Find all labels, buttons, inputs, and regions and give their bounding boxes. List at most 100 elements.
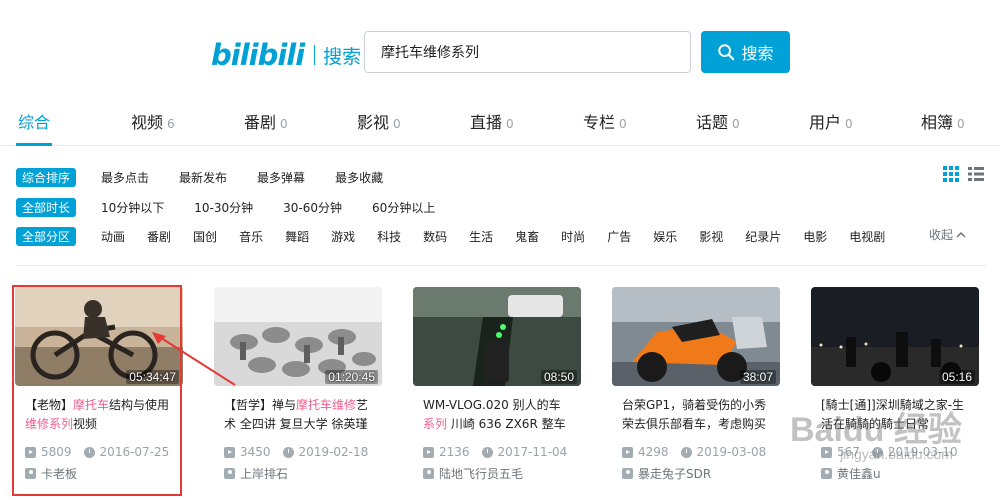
sort-option[interactable]: 最多收藏: [335, 169, 383, 186]
tab-video[interactable]: 视频 6: [131, 109, 175, 133]
uploader-link[interactable]: 上岸排石: [214, 465, 382, 482]
uploader-link[interactable]: 陆地飞行员五毛: [413, 465, 581, 482]
uploader-name: 黄佳鑫u: [837, 467, 881, 481]
tab-count: 0: [506, 117, 514, 131]
uploader-name: 暴走兔子SDR: [638, 467, 712, 481]
video-duration: 01:20:45: [325, 370, 378, 384]
duration-option[interactable]: 10分钟以下: [101, 199, 164, 216]
tab-label: 番剧: [244, 113, 277, 132]
tab-label: 影视: [357, 113, 390, 132]
tab-label: 视频: [131, 113, 164, 132]
tab-topic[interactable]: 话题 0: [696, 109, 740, 133]
tab-live[interactable]: 直播 0: [470, 109, 514, 133]
logo-subtitle: 搜索: [323, 45, 362, 68]
upload-date: 2016-07-25: [83, 445, 170, 459]
zone-option[interactable]: 广告: [607, 228, 631, 245]
bilibili-logo[interactable]: bilibili 搜索: [211, 38, 361, 72]
video-thumbnail[interactable]: 05:16: [811, 287, 979, 386]
tab-count: 6: [167, 117, 175, 131]
tab-user[interactable]: 用户 0: [809, 109, 853, 133]
tab-count: 0: [280, 117, 288, 131]
video-meta: 2136 2017-11-04: [413, 445, 581, 459]
zone-filter-selected[interactable]: 全部分区: [16, 226, 77, 246]
play-count: 3450: [224, 445, 271, 459]
video-title[interactable]: 台荣GP1，骑着受伤的小秀荣去俱乐部看车，考虑购买: [612, 396, 780, 434]
zone-option[interactable]: 动画: [101, 228, 125, 245]
duration-option[interactable]: 30-60分钟: [283, 199, 342, 216]
video-card[interactable]: 08:50 WM-VLOG.020 别人的车系列 川崎 636 ZX6R 整车维…: [413, 287, 581, 482]
sort-option[interactable]: 最新发布: [179, 169, 227, 186]
video-meta: 5809 2016-07-25: [15, 445, 183, 459]
zone-option[interactable]: 鬼畜: [515, 228, 539, 245]
uploader-link[interactable]: 黄佳鑫u: [811, 465, 979, 482]
duration-option[interactable]: 10-30分钟: [194, 199, 253, 216]
uploader-link[interactable]: 卡老板: [15, 465, 183, 482]
sort-option[interactable]: 最多点击: [101, 169, 149, 186]
video-title[interactable]: 【老物】摩托车结构与使用维修系列视频: [15, 396, 183, 434]
zone-option[interactable]: 游戏: [331, 228, 355, 245]
zone-option[interactable]: 影视: [699, 228, 723, 245]
uploader-name: 上岸排石: [240, 467, 289, 481]
upload-date-value: 2016-07-25: [99, 445, 170, 459]
tab-label: 直播: [470, 113, 503, 132]
zone-option[interactable]: 纪录片: [745, 228, 781, 245]
tab-count: 0: [619, 117, 627, 131]
play-icon: [25, 446, 36, 458]
video-title[interactable]: WM-VLOG.020 别人的车系列 川崎 636 ZX6R 整车维修: [413, 396, 581, 434]
duration-filter-selected[interactable]: 全部时长: [16, 197, 77, 217]
active-tab-indicator: [16, 143, 52, 146]
play-icon: [622, 446, 633, 458]
uploader-link[interactable]: 暴走兔子SDR: [612, 465, 780, 482]
video-meta: 3450 2019-02-18: [214, 445, 382, 459]
chevron-up-icon: [956, 231, 966, 238]
tab-movie[interactable]: 影视 0: [357, 109, 401, 133]
view-mode-toggle: [943, 166, 984, 182]
zone-option[interactable]: 生活: [469, 228, 493, 245]
tab-label: 相簿: [921, 113, 954, 132]
tab-article[interactable]: 专栏 0: [583, 109, 627, 133]
zone-option[interactable]: 舞蹈: [285, 228, 309, 245]
user-icon: [224, 468, 235, 479]
tab-all[interactable]: 综合: [18, 109, 50, 133]
logo-wordmark: bilibili: [211, 38, 305, 72]
collapse-label: 收起: [929, 228, 954, 242]
sort-filter-row: 综合排序 最多点击 最新发布 最多弹幕 最多收藏: [16, 167, 383, 187]
video-title[interactable]: 【哲学】禅与摩托车维修艺术 全四讲 复旦大学 徐英瑾: [214, 396, 382, 434]
play-count: 2136: [423, 445, 470, 459]
sort-option[interactable]: 最多弹幕: [257, 169, 305, 186]
video-thumbnail[interactable]: 08:50: [413, 287, 581, 386]
zone-option[interactable]: 数码: [423, 228, 447, 245]
title-keyword: 摩托车维修: [296, 398, 357, 412]
tab-album[interactable]: 相簿 0: [921, 109, 965, 133]
zone-option[interactable]: 科技: [377, 228, 401, 245]
collapse-filters-toggle[interactable]: 收起: [929, 226, 967, 243]
video-card[interactable]: 38:07 台荣GP1，骑着受伤的小秀荣去俱乐部看车，考虑购买 4298 201…: [612, 287, 780, 482]
upload-date-value: 2019-02-18: [298, 445, 369, 459]
zone-option[interactable]: 电影: [803, 228, 827, 245]
video-thumbnail[interactable]: 38:07: [612, 287, 780, 386]
search-input[interactable]: 摩托车维修系列: [364, 31, 691, 73]
play-count-value: 2136: [439, 445, 470, 459]
list-view-icon[interactable]: [968, 166, 984, 182]
zone-option[interactable]: 娱乐: [653, 228, 677, 245]
title-text: 【老物】: [25, 398, 74, 412]
upload-date: 2019-02-18: [282, 445, 369, 459]
zone-option[interactable]: 电视剧: [849, 228, 885, 245]
sort-filter-selected[interactable]: 综合排序: [16, 167, 77, 187]
tab-label: 专栏: [583, 113, 616, 132]
play-count-value: 4298: [638, 445, 669, 459]
grid-view-icon[interactable]: [943, 166, 959, 182]
play-count: 5809: [25, 445, 72, 459]
search-button[interactable]: 搜索: [701, 31, 790, 73]
title-keyword: 摩托车: [73, 398, 110, 412]
zone-option[interactable]: 时尚: [561, 228, 585, 245]
tab-bangumi[interactable]: 番剧 0: [244, 109, 288, 133]
zone-option[interactable]: 番剧: [147, 228, 171, 245]
video-duration: 38:07: [739, 370, 776, 384]
duration-option[interactable]: 60分钟以上: [372, 199, 435, 216]
zone-option[interactable]: 国创: [193, 228, 217, 245]
baidu-watermark-url: jingyan.baidu.com: [840, 446, 953, 462]
tab-label: 用户: [809, 113, 842, 132]
tab-label: 综合: [18, 113, 51, 132]
zone-option[interactable]: 音乐: [239, 228, 263, 245]
